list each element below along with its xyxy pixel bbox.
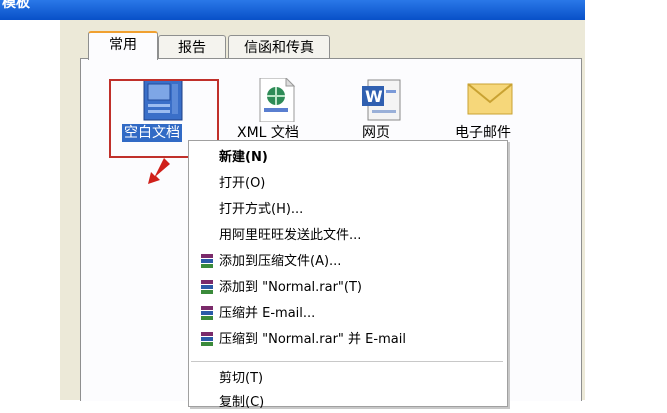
winrar-icon	[200, 279, 214, 295]
tab-letters-faxes-label: 信函和传真	[244, 40, 314, 56]
word-web-page-icon[interactable]: W	[358, 78, 410, 122]
menu-item-add-to-normal-rar[interactable]: 添加到 "Normal.rar"(T)	[219, 278, 362, 298]
menu-item-add-to-archive[interactable]: 添加到压缩文件(A)...	[219, 252, 341, 272]
tab-common[interactable]: 常用	[88, 31, 158, 60]
tab-reports[interactable]: 报告	[158, 35, 226, 60]
winrar-icon	[200, 305, 214, 321]
menu-item-copy[interactable]: 复制(C)	[219, 393, 264, 413]
menu-item-new[interactable]: 新建(N)	[219, 148, 268, 168]
tab-letters-faxes[interactable]: 信函和传真	[228, 35, 330, 60]
winrar-icon	[200, 253, 214, 269]
title-bar: 模板	[0, 0, 585, 20]
menu-item-compress-to-normal-rar-email[interactable]: 压缩到 "Normal.rar" 并 E-mail	[219, 330, 406, 350]
icon-label-blank-document[interactable]: 空白文档	[122, 124, 182, 142]
pointer-arrow-icon	[148, 158, 170, 184]
svg-text:W: W	[365, 87, 383, 106]
menu-item-send-aliwangwang[interactable]: 用阿里旺旺发送此文件...	[219, 226, 361, 246]
menu-separator	[191, 361, 503, 362]
window-title: 模板	[2, 0, 30, 11]
context-menu: 新建(N) 打开(O) 打开方式(H)... 用阿里旺旺发送此文件... 添加到…	[188, 140, 508, 410]
menu-item-cut[interactable]: 剪切(T)	[219, 369, 263, 389]
tab-reports-label: 报告	[178, 40, 206, 56]
outside-area	[585, 0, 667, 400]
menu-item-open[interactable]: 打开(O)	[219, 174, 265, 194]
menu-item-compress-email[interactable]: 压缩并 E-mail...	[219, 304, 315, 324]
email-envelope-icon[interactable]	[466, 78, 518, 122]
xml-document-icon[interactable]	[252, 76, 304, 123]
winrar-icon	[200, 331, 214, 347]
menu-item-open-with[interactable]: 打开方式(H)...	[219, 200, 303, 220]
tab-common-label: 常用	[109, 37, 137, 53]
